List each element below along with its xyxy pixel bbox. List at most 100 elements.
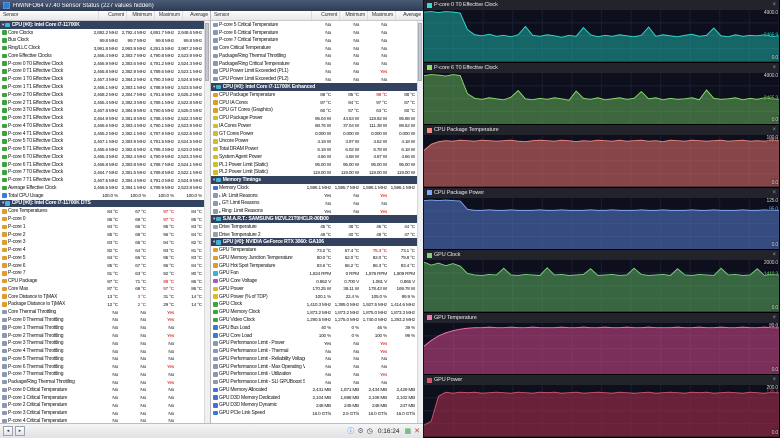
sensor-row[interactable]: P-core 285 °C68 °C96 °C84 °C bbox=[0, 231, 204, 239]
sensor-row[interactable]: GPU Performance Limit - PowerYesNoYes bbox=[211, 339, 417, 347]
graph-titlebar[interactable]: GPU Power× bbox=[424, 375, 779, 385]
column-header-average[interactable]: Average bbox=[395, 11, 423, 20]
sensor-row[interactable]: PL2 Power Limit (Static)119.00 W119.00 W… bbox=[211, 169, 417, 177]
sensor-row[interactable]: P-core 1 T0 Effective Clock2,467.3 MHz2,… bbox=[0, 75, 204, 83]
sensor-row[interactable]: GPU Memory Junction Temperature80.0 °C62… bbox=[211, 254, 417, 262]
graph-titlebar[interactable]: GPU Temperature× bbox=[424, 313, 779, 323]
sensor-row[interactable]: GPU Performance Limit - SLI GPUBoost Syn… bbox=[211, 378, 417, 386]
sensor-row[interactable]: CPU IA Cores87 °C84 °C97 °C87 °C bbox=[211, 99, 417, 107]
sensor-row[interactable]: ▸IA: Limit ReasonsYesNoYes bbox=[211, 192, 417, 200]
sensor-row[interactable]: P-core 3 T0 Effective Clock2,467.8 MHz2,… bbox=[0, 106, 204, 114]
column-header-current[interactable]: Current bbox=[311, 11, 339, 20]
sensor-row[interactable]: PL1 Power Limit (Static)95.00 W95.00 W95… bbox=[211, 161, 417, 169]
sensor-row[interactable]: P-core 0 Thermal ThrottlingNoNoYes bbox=[0, 316, 204, 324]
scrollbar-thumb[interactable] bbox=[418, 23, 422, 81]
graph-close-icon[interactable]: × bbox=[772, 252, 776, 258]
sensor-row[interactable]: P-core 3 Critical TemperatureNoNoNo bbox=[0, 409, 204, 417]
sensor-row[interactable]: Drive Temperature 248 °C40 °C49 °C47 °C bbox=[211, 231, 417, 239]
sensor-row[interactable]: Total CPU Usage100.0 %100.0 %100.0 %100.… bbox=[0, 192, 204, 200]
sensor-row[interactable]: P-core 7 Thermal ThrottlingNoNoNo bbox=[0, 370, 204, 378]
column-header-average[interactable]: Average bbox=[182, 11, 210, 20]
graph-close-icon[interactable]: × bbox=[772, 2, 776, 8]
sensor-row[interactable]: GPU Memory Allocated2,431 MB1,871 MB2,43… bbox=[211, 386, 417, 394]
graph-close-icon[interactable]: × bbox=[772, 190, 776, 196]
scrollbar-thumb[interactable] bbox=[205, 23, 209, 81]
graph-titlebar[interactable]: CPU Package Temperature× bbox=[424, 125, 779, 135]
sensor-row[interactable]: Core Distance to TjMAX13 °C3 °C31 °C14 °… bbox=[0, 293, 204, 301]
sensor-row[interactable]: P-core 0 Critical TemperatureNoNoNo bbox=[0, 386, 204, 394]
sensor-row[interactable]: P-core 5 Thermal ThrottlingNoNoNo bbox=[0, 355, 204, 363]
sensor-row[interactable]: P-core 5 T0 Effective Clock2,467.1 MHz2,… bbox=[0, 137, 204, 145]
sensor-row[interactable]: Core Temperatures84 °C67 °C97 °C84 °C bbox=[0, 207, 204, 215]
sensor-row[interactable]: GPU PCIe Link Speed16.0 GT/s2.5 GT/s16.0… bbox=[211, 409, 417, 417]
sensor-row[interactable]: P-core 7 T1 Effective Clock2,467.5 MHz2,… bbox=[0, 176, 204, 184]
sensor-row[interactable]: Package/Ring Critical TemperatureNoNoNo bbox=[211, 60, 417, 68]
nav-next-button[interactable]: ▸ bbox=[15, 426, 25, 436]
sensor-group-header[interactable]: ▾CPU [#0]: Intel Core i7-11700K DTS bbox=[0, 200, 204, 208]
sensor-group-header[interactable]: ▾S.M.A.R.T.: SAMSUNG MZVL21T0HCLR-00B00 bbox=[211, 215, 417, 223]
sensor-row[interactable]: P-core 4 T0 Effective Clock2,466.6 MHz2,… bbox=[0, 122, 204, 130]
sensor-row[interactable]: GPU Performance Limit - UtilizationNoNoY… bbox=[211, 370, 417, 378]
sensor-row[interactable]: P-core 7 T0 Effective Clock2,464.7 MHz2,… bbox=[0, 169, 204, 177]
sensor-row[interactable]: Package/Ring Thermal ThrottlingNoNoYes bbox=[0, 378, 204, 386]
sensor-row[interactable]: Uncore Power4.19 W3.97 W4.52 W4.18 W bbox=[211, 137, 417, 145]
sensor-row[interactable]: P-core 1 T1 Effective Clock2,466.1 MHz2,… bbox=[0, 83, 204, 91]
graph-close-icon[interactable]: × bbox=[772, 377, 776, 383]
column-header-minimum[interactable]: Minimum bbox=[126, 11, 154, 20]
sensor-row[interactable]: IA Cores Power88.76 W37.04 W111.38 W89.5… bbox=[211, 122, 417, 130]
sensor-row[interactable]: P-core 781 °C63 °C92 °C80 °C bbox=[0, 270, 204, 278]
scrollbar-middle[interactable] bbox=[417, 21, 423, 423]
sensor-row[interactable]: P-core 4 Thermal ThrottlingNoNoNo bbox=[0, 347, 204, 355]
graph-titlebar[interactable]: P-core 0 T0 Effective Clock× bbox=[424, 0, 779, 10]
sensor-row[interactable]: GPU Fan1,824 RPM0 RPM1,876 RPM1,809 RPM bbox=[211, 270, 417, 278]
sensor-row[interactable]: P-core 2 Critical TemperatureNoNoNo bbox=[0, 402, 204, 410]
column-header-sensor[interactable]: Sensor bbox=[211, 11, 311, 20]
sensor-row[interactable]: P-core 1 Critical TemperatureNoNoNo bbox=[0, 394, 204, 402]
sensor-row[interactable]: P-core 6 T0 Effective Clock2,465.3 MHz2,… bbox=[0, 153, 204, 161]
sensor-row[interactable]: Package/Ring Thermal ThrottlingNoNoNo bbox=[211, 52, 417, 60]
column-header-maximum[interactable]: Maximum bbox=[154, 11, 182, 20]
graph-titlebar[interactable]: P-core 6 T0 Effective Clock× bbox=[424, 63, 779, 73]
sensor-row[interactable]: GPU Performance Limit - Reliability Volt… bbox=[211, 355, 417, 363]
sensor-group-header[interactable]: ▾Memory Timings bbox=[211, 176, 417, 184]
sensor-row[interactable]: CPU Power Limit Exceeded (PL2)NoNoNo bbox=[211, 75, 417, 83]
sensor-row[interactable]: P-core 685 °C67 °C96 °C84 °C bbox=[0, 262, 204, 270]
sensor-row[interactable]: Core Clocks2,892.2 MHz2,792.4 MHz4,891.7… bbox=[0, 29, 204, 37]
sensor-row[interactable]: P-core 0 T0 Effective Clock2,466.9 MHz2,… bbox=[0, 60, 204, 68]
sensor-row[interactable]: P-core 3 Thermal ThrottlingNoNoNo bbox=[0, 339, 204, 347]
sensor-row[interactable]: ▸Ring: Limit ReasonsYesNoYes bbox=[211, 207, 417, 215]
sensor-row[interactable]: ▸GT: Limit ReasonsNoNoNo bbox=[211, 200, 417, 208]
sensor-row[interactable]: P-core 5 Critical TemperatureNoNoNo bbox=[211, 21, 417, 29]
reset-clock-icon[interactable]: ◷ bbox=[367, 428, 373, 435]
window-titlebar[interactable]: HWiNFO64 v7.40 Sensor Status (227 values… bbox=[0, 0, 423, 11]
column-header-sensor[interactable]: Sensor bbox=[0, 11, 98, 20]
sensor-row[interactable]: P-core 584 °C66 °C95 °C83 °C bbox=[0, 254, 204, 262]
sensor-group-header[interactable]: ▾CPU [#0]: Intel Core i7-11700K Enhanced bbox=[211, 83, 417, 91]
scrollbar-left[interactable] bbox=[204, 21, 210, 423]
graph-close-icon[interactable]: × bbox=[772, 315, 776, 321]
sensor-row[interactable]: GPU Core Load100 %0 %100 %99 % bbox=[211, 332, 417, 340]
info-icon[interactable]: ⓘ bbox=[347, 428, 354, 435]
graph-window-icon[interactable]: ▦ bbox=[405, 428, 412, 435]
sensor-row[interactable]: P-core 7 Critical TemperatureNoNoNo bbox=[211, 37, 417, 45]
settings-gear-icon[interactable]: ⚙ bbox=[357, 428, 363, 435]
sensor-row[interactable]: P-core 6 T1 Effective Clock2,466.8 MHz2,… bbox=[0, 161, 204, 169]
sensor-row[interactable]: P-core 2 Thermal ThrottlingNoNoYes bbox=[0, 332, 204, 340]
sensor-row[interactable]: CPU GT Cores (Graphics)60 °C57 °C63 °C60… bbox=[211, 106, 417, 114]
graph-titlebar[interactable]: CPU Package Power× bbox=[424, 188, 779, 198]
sensor-row[interactable]: CPU Package87 °C71 °C98 °C86 °C bbox=[0, 277, 204, 285]
column-header-maximum[interactable]: Maximum bbox=[367, 11, 395, 20]
sensor-row[interactable]: P-core 1 Thermal ThrottlingNoNoNo bbox=[0, 324, 204, 332]
sensor-row[interactable]: GPU D3D Memory Dynamic248 MB245 MB248 MB… bbox=[211, 402, 417, 410]
sensor-row[interactable]: P-core 086 °C69 °C97 °C85 °C bbox=[0, 215, 204, 223]
sensor-group-header[interactable]: ▾GPU [#0]: NVIDIA GeForce RTX 3060: GA10… bbox=[211, 238, 417, 246]
sensor-row[interactable]: Core Max87 °C69 °C97 °C86 °C bbox=[0, 285, 204, 293]
sensor-row[interactable]: GPU Hot Spot Temperature83.6 °C66.2 °C86… bbox=[211, 262, 417, 270]
sensor-row[interactable]: Drive Temperature45 °C38 °C46 °C44 °C bbox=[211, 223, 417, 231]
column-header-minimum[interactable]: Minimum bbox=[339, 11, 367, 20]
sensor-row[interactable]: GPU Memory Clock1,873.2 MHz1,873.2 MHz1,… bbox=[211, 308, 417, 316]
sensor-row[interactable]: GT Cores Power0.000 W0.000 W0.000 W0.000… bbox=[211, 130, 417, 138]
sensor-row[interactable]: P-core 383 °C65 °C94 °C82 °C bbox=[0, 238, 204, 246]
sensor-row[interactable]: Average Effective Clock2,466.5 MHz2,384.… bbox=[0, 184, 204, 192]
sensor-row[interactable]: P-core 482 °C64 °C93 °C81 °C bbox=[0, 246, 204, 254]
